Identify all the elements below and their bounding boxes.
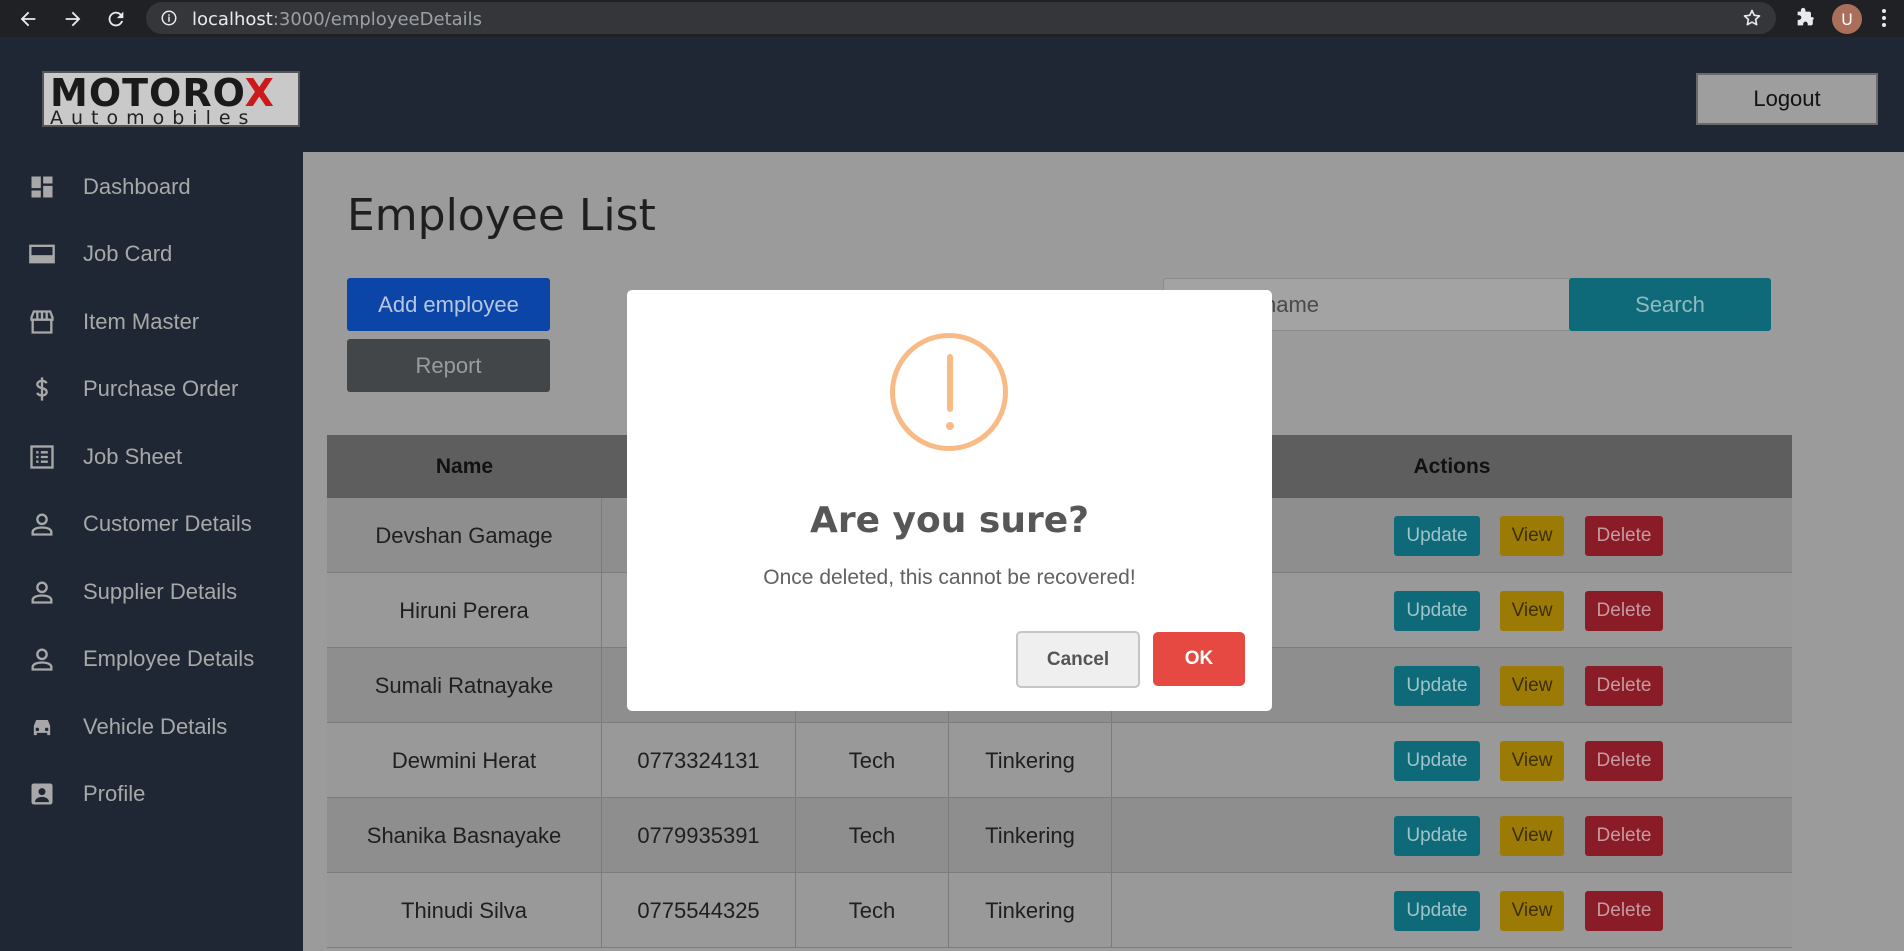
sidebar-item-supplier-details[interactable]: Supplier Details (0, 567, 303, 617)
sidebar-item-profile[interactable]: Profile (0, 769, 303, 819)
cell-phone: 0773324131 (602, 723, 796, 798)
car-icon (33, 720, 51, 736)
update-button[interactable]: Update (1394, 741, 1480, 781)
address-bar[interactable]: localhost:3000/employeeDetails (146, 2, 1776, 34)
profile-avatar[interactable]: U (1832, 4, 1862, 34)
update-button[interactable]: Update (1394, 816, 1480, 856)
ok-button[interactable]: OK (1153, 632, 1245, 686)
warning-icon-bar (947, 354, 953, 412)
url-text: localhost:3000/employeeDetails (192, 9, 482, 30)
sidebar: Dashboard Job Card Item Master Purchase … (0, 152, 303, 951)
cell-department: Tech (796, 723, 949, 798)
cell-department: Tech (796, 798, 949, 873)
sidebar-item-label: Item Master (83, 309, 200, 334)
confirm-delete-dialog: Are you sure? Once deleted, this cannot … (627, 290, 1272, 711)
dialog-title: Are you sure? (809, 500, 1090, 541)
view-button[interactable]: View (1500, 666, 1564, 706)
cell-name: Sumali Ratnayake (327, 648, 602, 723)
warning-icon (890, 333, 1008, 451)
info-icon[interactable] (160, 9, 178, 27)
sidebar-item-label: Job Card (83, 241, 173, 266)
app-header: MOTOROX Automobiles Logout (0, 37, 1904, 152)
sidebar-item-item-master[interactable]: Item Master (0, 297, 303, 347)
person-icon (31, 648, 53, 671)
cell-phone: 0779935391 (602, 798, 796, 873)
sidebar-item-label: Purchase Order (83, 376, 239, 401)
update-button[interactable]: Update (1394, 666, 1480, 706)
url-host: localhost (192, 9, 273, 30)
url-path: :3000/employeeDetails (272, 9, 483, 30)
sidebar-item-vehicle-details[interactable]: Vehicle Details (0, 702, 303, 752)
view-button[interactable]: View (1500, 591, 1564, 631)
column-header-name: Name (435, 454, 494, 478)
sidebar-item-label: Dashboard (83, 174, 191, 199)
add-employee-button[interactable]: Add employee (347, 278, 550, 331)
delete-button[interactable]: Delete (1585, 816, 1663, 856)
report-button[interactable]: Report (347, 339, 550, 392)
sidebar-item-label: Job Sheet (83, 444, 183, 469)
person-icon (31, 513, 53, 536)
bookmark-star-icon[interactable] (1742, 8, 1762, 28)
sidebar-item-purchase-order[interactable]: Purchase Order (0, 364, 303, 414)
cell-role: Tinkering (949, 798, 1112, 873)
delete-button[interactable]: Delete (1585, 516, 1663, 556)
reload-icon[interactable] (98, 0, 134, 37)
cell-role: Tinkering (949, 723, 1112, 798)
view-button[interactable]: View (1500, 816, 1564, 856)
cell-name: Dewmini Herat (327, 723, 602, 798)
view-button[interactable]: View (1500, 891, 1564, 931)
sidebar-item-label: Vehicle Details (83, 714, 228, 739)
view-button[interactable]: View (1500, 741, 1564, 781)
motorox-logo: MOTOROX Automobiles (42, 71, 300, 129)
sidebar-item-label: Supplier Details (83, 579, 238, 604)
sidebar-item-job-sheet[interactable]: Job Sheet (0, 432, 303, 482)
cell-phone: 0775544325 (602, 873, 796, 948)
sidebar-item-label: Profile (83, 781, 146, 806)
sidebar-item-label: Employee Details (83, 646, 255, 671)
extensions-icon[interactable] (1794, 7, 1816, 29)
cell-role: Tinkering (949, 873, 1112, 948)
table-row: Thinudi Silva 0775544325 Tech Tinkering … (327, 873, 1792, 948)
cell-department: Tech (796, 873, 949, 948)
delete-button[interactable]: Delete (1585, 591, 1663, 631)
dashboard-icon (31, 176, 53, 198)
delete-button[interactable]: Delete (1585, 666, 1663, 706)
person-icon (31, 581, 53, 604)
delete-button[interactable]: Delete (1585, 891, 1663, 931)
view-button[interactable]: View (1500, 516, 1564, 556)
card-icon (29, 244, 55, 264)
more-menu-icon[interactable] (1878, 6, 1890, 30)
sidebar-item-customer-details[interactable]: Customer Details (0, 499, 303, 549)
page-title: Employee List (347, 190, 656, 241)
logout-button[interactable]: Logout (1696, 73, 1878, 125)
update-button[interactable]: Update (1394, 591, 1480, 631)
update-button[interactable]: Update (1394, 516, 1480, 556)
forward-icon[interactable] (55, 0, 91, 37)
back-icon[interactable] (10, 0, 46, 37)
dollar-icon (36, 377, 48, 401)
cell-name: Devshan Gamage (327, 498, 602, 573)
store-icon (30, 310, 54, 334)
sidebar-item-job-card[interactable]: Job Card (0, 229, 303, 279)
update-button[interactable]: Update (1394, 891, 1480, 931)
logo-subtitle: Automobiles (50, 107, 257, 129)
table-row: Shanika Basnayake 0779935391 Tech Tinker… (327, 798, 1792, 873)
table-row: Dewmini Herat 0773324131 Tech Tinkering … (327, 723, 1792, 798)
cancel-button[interactable]: Cancel (1016, 631, 1140, 688)
sidebar-item-employee-details[interactable]: Employee Details (0, 634, 303, 684)
delete-button[interactable]: Delete (1585, 741, 1663, 781)
cell-name: Hiruni Perera (327, 573, 602, 648)
sidebar-item-dashboard[interactable]: Dashboard (0, 162, 303, 212)
browser-toolbar: localhost:3000/employeeDetails U (0, 0, 1904, 37)
cell-name: Thinudi Silva (327, 873, 602, 948)
dialog-message: Once deleted, this cannot be recovered! (763, 566, 1136, 589)
search-button[interactable]: Search (1569, 278, 1771, 331)
search-input-value: name (1264, 292, 1320, 317)
cell-name: Shanika Basnayake (327, 798, 602, 873)
profile-icon (31, 783, 53, 805)
warning-icon-dot (946, 422, 954, 430)
sidebar-item-label: Customer Details (83, 511, 252, 536)
list-icon (30, 445, 54, 469)
